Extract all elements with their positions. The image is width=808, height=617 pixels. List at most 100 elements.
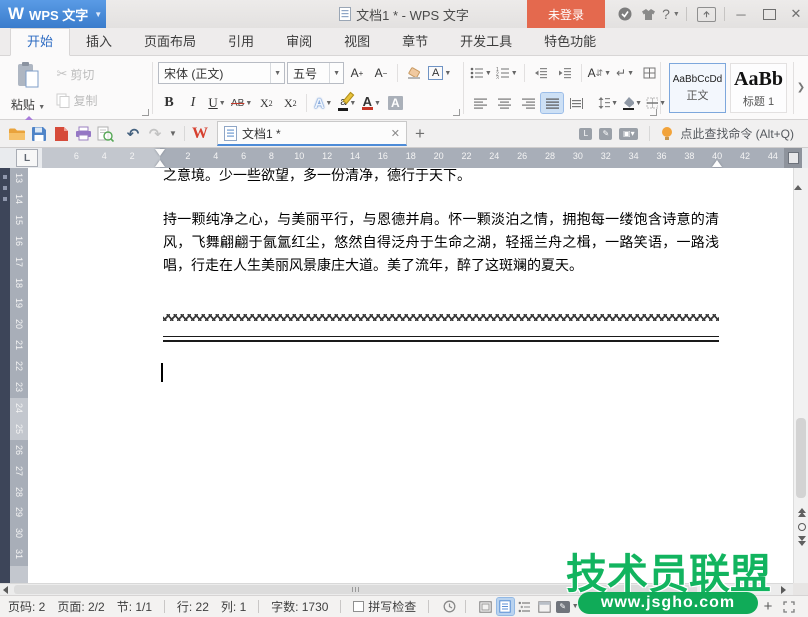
vertical-scroll-thumb[interactable] — [796, 418, 806, 498]
highlight-button[interactable]: a▼ — [336, 93, 358, 113]
tab-dev-tools[interactable]: 开发工具 — [444, 29, 528, 55]
tab-page-layout[interactable]: 页面布局 — [128, 29, 212, 55]
font-name-select[interactable]: 宋体 (正文)▼ — [158, 62, 285, 84]
font-color-button[interactable]: A▼ — [360, 93, 382, 113]
line-spacing-button[interactable]: ▼ — [597, 93, 619, 113]
document-tab[interactable]: 文档1 * ✕ — [217, 121, 407, 146]
fit-screen-icon[interactable] — [780, 598, 797, 615]
char-shading-button[interactable]: A — [384, 93, 406, 113]
increase-indent-button[interactable] — [554, 63, 576, 83]
close-tab-icon[interactable]: ✕ — [391, 127, 400, 140]
status-word-count[interactable]: 字数: 1730 — [271, 598, 328, 615]
undo-button[interactable]: ↶ — [122, 123, 144, 145]
tab-special-features[interactable]: 特色功能 — [528, 29, 612, 55]
scroll-up-arrow[interactable] — [794, 168, 802, 190]
bullets-button[interactable]: ▼ — [469, 63, 493, 83]
cloud-sync-icon[interactable] — [612, 0, 638, 28]
italic-button[interactable]: I — [182, 93, 204, 113]
tab-review[interactable]: 审阅 — [270, 29, 328, 55]
clipboard-dialog-launcher[interactable] — [142, 109, 149, 116]
superscript-button[interactable]: X2 — [255, 93, 277, 113]
find-command-hint[interactable]: 点此查找命令 (Alt+Q) — [680, 125, 794, 142]
spellcheck-checkbox[interactable] — [353, 601, 364, 612]
tab-reference[interactable]: 引用 — [212, 29, 270, 55]
align-right-button[interactable] — [517, 93, 539, 113]
strikethrough-button[interactable]: AB▼ — [230, 93, 253, 113]
close-button[interactable]: ✕ — [784, 0, 808, 28]
scroll-right-arrow[interactable] — [781, 586, 786, 594]
numbering-button[interactable]: 1 2 3 ▼ — [495, 63, 519, 83]
zoom-value[interactable]: 100 — [592, 600, 612, 614]
align-justify-button[interactable] — [541, 93, 563, 113]
minimize-button[interactable]: ─ — [728, 0, 754, 28]
ink-tool-icon[interactable]: ✎ — [599, 128, 612, 140]
style-normal[interactable]: AaBbCcDd 正文 — [669, 63, 726, 113]
text-effects-button[interactable]: A▼ — [312, 93, 334, 113]
more-panels-icon[interactable]: ▣▾ — [619, 128, 638, 140]
view-page-layout-icon[interactable] — [497, 598, 514, 615]
v-ruler[interactable]: 13141516171819202122232425262728293031 — [10, 168, 28, 583]
subscript-button[interactable]: X2 — [279, 93, 301, 113]
copy-button[interactable]: 复制 — [56, 92, 108, 109]
maximize-button[interactable] — [756, 0, 782, 28]
increase-font-button[interactable]: A+ — [346, 63, 368, 83]
open-button[interactable] — [6, 123, 28, 145]
page-setup-icon[interactable] — [784, 148, 802, 168]
tab-view[interactable]: 视图 — [328, 29, 386, 55]
tab-insert[interactable]: 插入 — [70, 29, 128, 55]
tab-section[interactable]: 章节 — [386, 29, 444, 55]
font-dialog-launcher[interactable] — [453, 109, 460, 116]
toolbar-options-button[interactable]: ▼ — [166, 123, 180, 145]
export-pdf-button[interactable] — [50, 123, 72, 145]
font-size-select[interactable]: 五号▼ — [287, 62, 344, 84]
new-tab-button[interactable]: + — [415, 124, 425, 144]
redo-button[interactable]: ↷ — [144, 123, 166, 145]
tab-home[interactable]: 开始 — [10, 28, 70, 56]
decrease-font-button[interactable]: A− — [370, 63, 392, 83]
collapse-ribbon-button[interactable] — [692, 0, 720, 28]
draw-table-button[interactable] — [638, 63, 660, 83]
paragraph[interactable]: 持一颗纯净之心，与美丽平行，与恩德并肩。怀一颗淡泊之情，拥抱每一缕饱含诗意的清风… — [163, 209, 719, 278]
distribute-button[interactable] — [565, 93, 587, 113]
login-button[interactable]: 未登录 — [527, 0, 605, 28]
styles-more-button[interactable]: ❯ — [793, 62, 808, 114]
underline-button[interactable]: U▼ — [206, 93, 228, 113]
paragraph-dialog-launcher[interactable] — [650, 109, 657, 116]
align-left-button[interactable] — [469, 93, 491, 113]
paragraph[interactable]: 之意境。少一些欲望，多一份清净，德行于天下。 — [163, 165, 719, 188]
history-panel-icon[interactable]: L — [579, 128, 592, 140]
bold-button[interactable]: B — [158, 93, 180, 113]
page-text[interactable]: 之意境。少一些欲望，多一份清净，德行于天下。 持一颗纯净之心，与美丽平行，与恩德… — [163, 165, 719, 278]
paste-button[interactable]: 粘贴 ▼ — [6, 61, 50, 113]
shading-button[interactable]: ▼ — [621, 93, 643, 113]
next-page-button[interactable] — [798, 541, 806, 546]
horizontal-scrollbar[interactable] — [0, 583, 793, 595]
view-outline-icon[interactable] — [517, 598, 534, 615]
print-preview-button[interactable] — [94, 123, 116, 145]
help-button[interactable]: ?▼ — [658, 0, 684, 28]
tab-stop-selector[interactable]: L — [16, 149, 38, 167]
text-border-button[interactable]: A▼ — [427, 63, 452, 83]
view-fullscreen-icon[interactable] — [478, 598, 495, 615]
paragraph-mark-button[interactable]: ↵▼ — [614, 63, 636, 83]
previous-page-button[interactable] — [798, 512, 806, 517]
vertical-scrollbar[interactable] — [793, 168, 808, 583]
print-button[interactable] — [72, 123, 94, 145]
wps-app-menu-button[interactable]: W WPS 文字 ▼ — [0, 0, 106, 28]
decrease-indent-button[interactable] — [530, 63, 552, 83]
skin-theme-icon[interactable] — [636, 0, 660, 28]
first-line-indent-marker[interactable] — [155, 149, 165, 156]
zoom-in-button[interactable]: + — [764, 598, 773, 615]
char-scale-button[interactable]: A⇵▼ — [587, 63, 612, 83]
align-center-button[interactable] — [493, 93, 515, 113]
select-browse-object-button[interactable] — [798, 523, 806, 531]
wps-home-icon[interactable]: W — [189, 123, 211, 145]
view-web-layout-icon[interactable] — [536, 598, 553, 615]
scroll-left-arrow[interactable] — [3, 586, 8, 594]
spellcheck-toggle[interactable]: 拼写检查 — [353, 598, 416, 615]
recover-history-icon[interactable] — [441, 598, 458, 615]
horizontal-scroll-thumb[interactable] — [14, 585, 697, 594]
cut-button[interactable]: ✂ 剪切 — [56, 66, 108, 83]
style-heading1[interactable]: AaBb 标题 1 — [730, 63, 787, 113]
clear-format-button[interactable] — [403, 63, 425, 83]
